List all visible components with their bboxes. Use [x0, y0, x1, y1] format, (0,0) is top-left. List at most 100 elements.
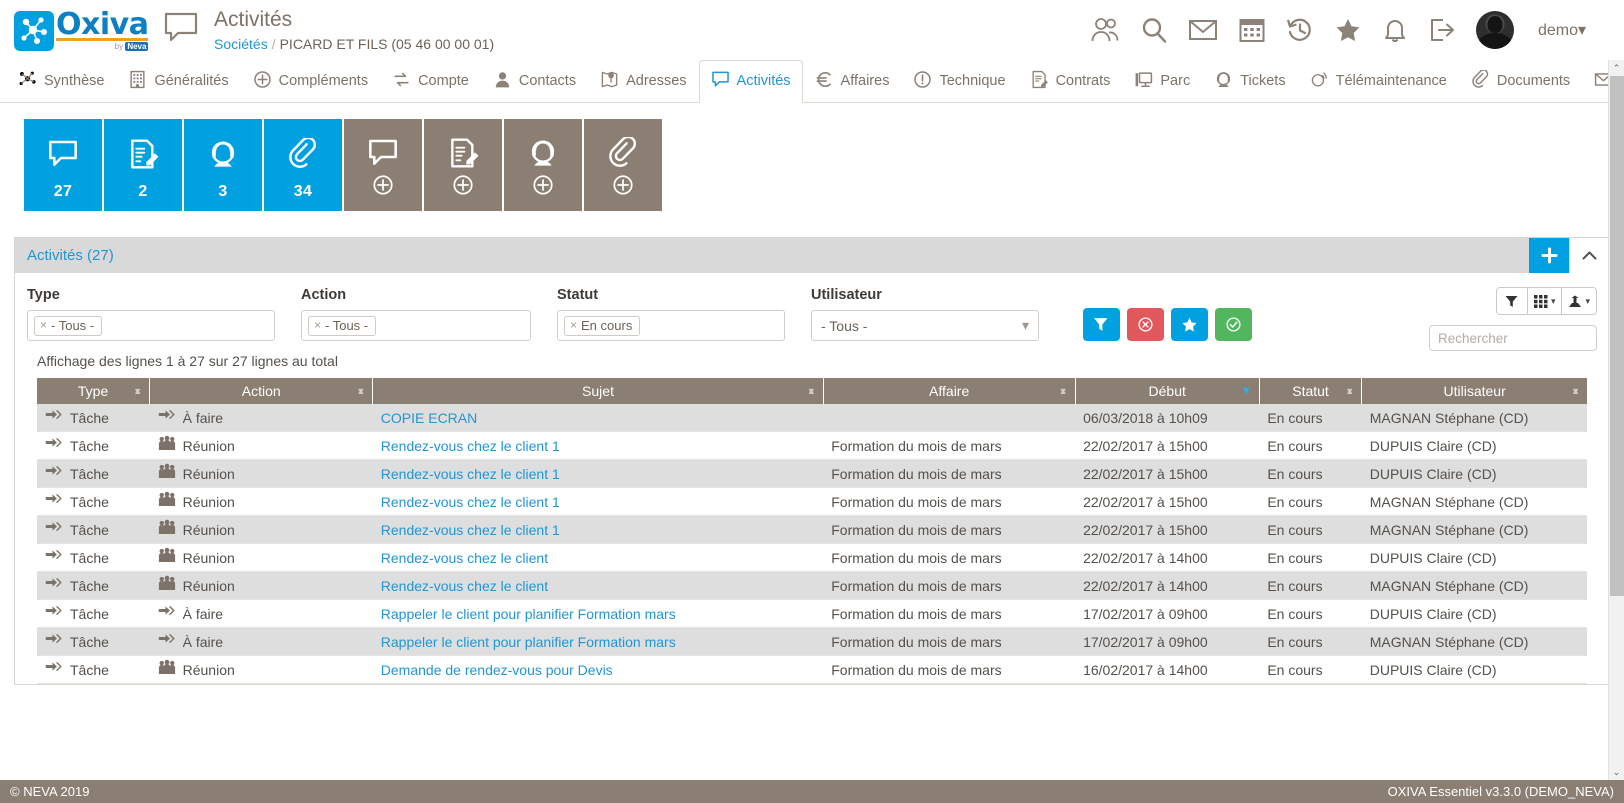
filter-action-input[interactable]: × - Tous -: [301, 310, 531, 341]
favorite-button[interactable]: [1171, 308, 1208, 341]
cell-action: Réunion: [149, 655, 373, 684]
sujet-link[interactable]: Demande de rendez-vous pour Devis: [381, 662, 613, 678]
sujet-link[interactable]: Rendez-vous chez le client 1: [381, 494, 560, 510]
logo-byline: by Neva: [56, 41, 149, 51]
scroll-up-arrow-icon[interactable]: ⌃: [1609, 60, 1624, 76]
arrow-icon: [45, 547, 63, 568]
column-header-affaire[interactable]: Affaire ▲ ▼: [823, 378, 1076, 404]
columns-button[interactable]: ▾: [1526, 288, 1562, 314]
tile-paperclip[interactable]: 34: [264, 119, 342, 211]
tab-affaires[interactable]: Affaires: [803, 60, 902, 103]
clear-filter-button[interactable]: [1127, 308, 1164, 341]
validate-button[interactable]: [1215, 308, 1252, 341]
column-header-debut[interactable]: Début ▼ ▼: [1075, 378, 1260, 404]
sujet-link[interactable]: Rappeler le client pour planifier Format…: [381, 606, 676, 622]
sujet-link[interactable]: Rendez-vous chez le client 1: [381, 438, 560, 454]
table-row[interactable]: Tâche Réunion Rendez-vous chez le client 1…: [37, 487, 1587, 516]
vertical-scrollbar[interactable]: ⌃ ⌄: [1608, 60, 1624, 780]
cell-utilisateur: DUPUIS Claire (CD): [1361, 459, 1587, 488]
tab-documents[interactable]: Documents: [1459, 60, 1582, 103]
column-header-statut[interactable]: Statut ▲ ▼: [1259, 378, 1363, 404]
export-button[interactable]: ▾: [1561, 288, 1596, 314]
column-header-sujet[interactable]: Sujet ▲ ▼: [372, 378, 824, 404]
tab-activit-s[interactable]: Activités: [698, 60, 803, 104]
table-row[interactable]: Tâche Réunion Rendez-vous chez le client Fo…: [37, 571, 1587, 600]
column-header-action[interactable]: Action ▲ ▼: [149, 378, 374, 404]
table-row[interactable]: Tâche À faire Rappeler le client pour plan…: [37, 599, 1587, 628]
filter-chip[interactable]: × - Tous -: [34, 315, 103, 336]
search-input[interactable]: [1429, 325, 1597, 351]
table-row[interactable]: Tâche Réunion Rendez-vous chez le client 1…: [37, 431, 1587, 460]
tab-parc[interactable]: Parc: [1122, 60, 1202, 103]
tile-speech-bubble[interactable]: 27: [24, 119, 102, 211]
filter-type-input[interactable]: × - Tous -: [27, 310, 275, 341]
chip-remove-icon[interactable]: ×: [314, 318, 321, 332]
tab-technique[interactable]: Technique: [901, 60, 1017, 103]
avatar[interactable]: [1475, 11, 1514, 49]
tab-compl-ments[interactable]: Compléments: [241, 60, 380, 103]
mail-icon[interactable]: [1188, 18, 1218, 42]
sujet-link[interactable]: Rendez-vous chez le client 1: [381, 466, 560, 482]
sujet-link[interactable]: Rappeler le client pour planifier Format…: [381, 634, 676, 650]
tab-tickets[interactable]: Tickets: [1202, 60, 1297, 103]
tile-document-edit[interactable]: 2: [104, 119, 182, 211]
tab-g-n-ralit-s[interactable]: Généralités: [116, 60, 240, 103]
sujet-link[interactable]: Rendez-vous chez le client: [381, 578, 548, 594]
tab-t-l-maintenance[interactable]: Télémaintenance: [1298, 60, 1459, 103]
apply-filter-button[interactable]: [1083, 308, 1120, 341]
logout-icon[interactable]: [1428, 17, 1456, 43]
table-row[interactable]: Tâche Réunion Rendez-vous chez le client 1…: [37, 459, 1587, 488]
table-row[interactable]: Tâche Réunion Demande de rendez-vous pour …: [37, 655, 1587, 684]
filter-chip[interactable]: × En cours: [564, 315, 641, 336]
filter-utilisateur-select[interactable]: - Tous - ▾: [811, 310, 1039, 341]
tab-label: Tickets: [1240, 73, 1286, 90]
app-logo[interactable]: Oxiva by Neva: [14, 9, 149, 51]
tile-add-paperclip[interactable]: [584, 119, 662, 211]
breadcrumb-link-societes[interactable]: Sociétés: [214, 36, 268, 52]
add-activity-button[interactable]: [1529, 238, 1569, 273]
tile-add-speech-bubble[interactable]: [344, 119, 422, 211]
cell-action-label: Réunion: [182, 521, 235, 538]
headset-icon: [211, 141, 235, 167]
document-edit-icon: [451, 138, 479, 168]
scrollbar-thumb[interactable]: [1610, 76, 1624, 596]
tile-add-document-edit[interactable]: [424, 119, 502, 211]
filter-statut-input[interactable]: × En cours: [557, 310, 785, 341]
speech-bubble-icon: [47, 132, 79, 176]
bell-icon[interactable]: [1382, 16, 1408, 44]
tab-synth-se[interactable]: Synthèse: [6, 60, 116, 103]
column-header-type[interactable]: Type ▲ ▼: [37, 378, 151, 404]
search-icon[interactable]: [1140, 16, 1168, 44]
tile-add-headset[interactable]: [504, 119, 582, 211]
table-row[interactable]: Tâche Réunion Rendez-vous chez le client Fo…: [37, 543, 1587, 572]
filter-chip[interactable]: × - Tous -: [308, 315, 377, 336]
headset-icon: [531, 140, 555, 166]
table-row[interactable]: Tâche Réunion Rendez-vous chez le client 1…: [37, 515, 1587, 544]
users-icon[interactable]: [1090, 16, 1120, 44]
sujet-link[interactable]: COPIE ECRAN: [381, 410, 477, 426]
chip-remove-icon[interactable]: ×: [570, 318, 577, 332]
cancel-icon: [1138, 317, 1153, 332]
panel-header: Activités (27): [15, 238, 1609, 273]
star-icon[interactable]: [1334, 16, 1362, 44]
collapse-panel-button[interactable]: [1569, 238, 1609, 273]
chip-remove-icon[interactable]: ×: [40, 318, 47, 332]
username-menu[interactable]: demo▾: [1538, 20, 1586, 40]
tab-contacts[interactable]: Contacts: [481, 60, 588, 103]
tab-compte[interactable]: Compte: [380, 60, 481, 103]
tab-adresses[interactable]: Adresses: [588, 60, 698, 103]
sujet-link[interactable]: Rendez-vous chez le client 1: [381, 522, 560, 538]
column-filter-button[interactable]: [1496, 288, 1527, 314]
table-row[interactable]: Tâche À faire COPIE ECRAN 06/03/2018 à 10h0…: [37, 404, 1587, 432]
cell-sujet: Rendez-vous chez le client: [372, 543, 824, 572]
speech-bubble-icon: [164, 12, 198, 47]
history-icon[interactable]: [1286, 16, 1314, 44]
column-header-user[interactable]: Utilisateur ▲ ▼: [1361, 378, 1587, 404]
scroll-down-arrow-icon[interactable]: ⌄: [1609, 764, 1624, 780]
calendar-icon[interactable]: [1238, 16, 1266, 44]
tab-contrats[interactable]: Contrats: [1018, 60, 1123, 103]
tile-headset[interactable]: 3: [184, 119, 262, 211]
table-row[interactable]: Tâche À faire Rappeler le client pour plan…: [37, 627, 1587, 656]
arrow-icon: [45, 435, 63, 456]
sujet-link[interactable]: Rendez-vous chez le client: [381, 550, 548, 566]
